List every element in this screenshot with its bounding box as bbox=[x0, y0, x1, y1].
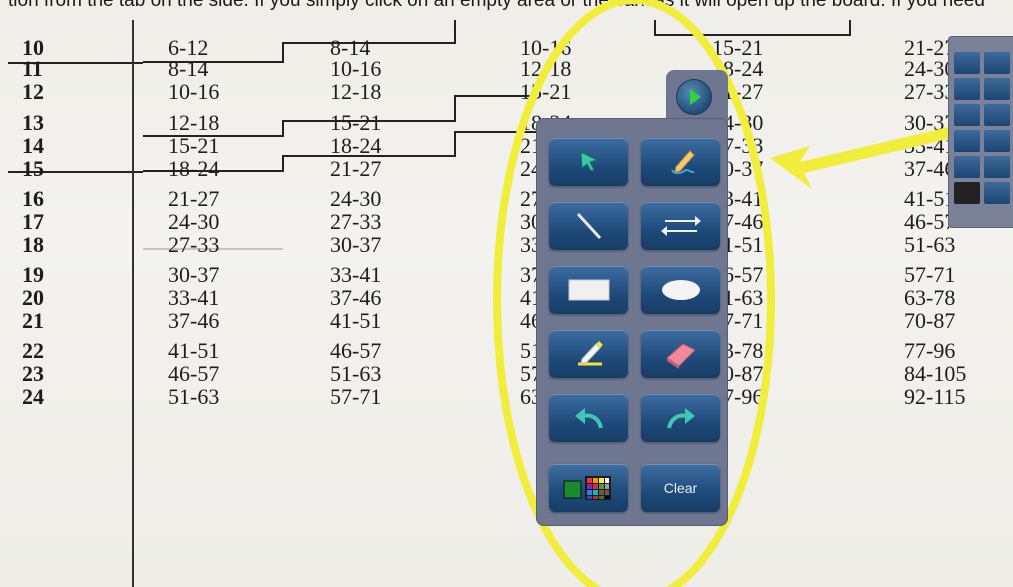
ellipse-tool-button[interactable] bbox=[641, 266, 720, 314]
ellipse-icon bbox=[661, 280, 700, 300]
table-cell: 33-41 bbox=[168, 285, 220, 310]
table-cell: 41-51 bbox=[168, 338, 220, 363]
mini-color-button[interactable] bbox=[954, 182, 980, 204]
redo-button[interactable] bbox=[641, 394, 720, 442]
undo-button[interactable] bbox=[549, 394, 628, 442]
clear-button[interactable]: Clear bbox=[641, 464, 720, 512]
table-cell: 57-71 bbox=[330, 384, 382, 409]
table-cell: 57-71 bbox=[904, 262, 956, 287]
line-icon bbox=[576, 212, 601, 240]
table-cell: 70-87 bbox=[904, 308, 956, 333]
table-row-number: 18 bbox=[22, 232, 44, 257]
table-row-number: 23 bbox=[22, 361, 44, 386]
table-row-number: 19 bbox=[22, 262, 44, 287]
pen-icon bbox=[670, 150, 695, 175]
table-cell: 77-96 bbox=[904, 338, 956, 363]
select-tool-button[interactable] bbox=[549, 138, 628, 186]
clear-button-label: Clear bbox=[663, 480, 698, 496]
table-cell: 51-63 bbox=[330, 361, 382, 386]
undo-icon bbox=[574, 408, 603, 429]
table-cell: 18-24 bbox=[168, 156, 220, 181]
eraser-tool-button[interactable] bbox=[641, 330, 720, 378]
table-cell: 37-46 bbox=[168, 308, 220, 333]
mini-undo-button[interactable] bbox=[954, 156, 980, 178]
mini-select-button[interactable] bbox=[954, 52, 980, 74]
table-row-number: 12 bbox=[22, 79, 44, 104]
mini-eraser-button[interactable] bbox=[984, 130, 1010, 152]
table-cell: 27-33 bbox=[168, 232, 220, 257]
table-cell: 33-41 bbox=[330, 262, 382, 287]
table-cell: 30-37 bbox=[330, 232, 382, 257]
table-cell: 63-78 bbox=[904, 285, 956, 310]
table-cell: 15-21 bbox=[520, 79, 572, 104]
table-row-number: 17 bbox=[22, 209, 44, 234]
table-row-number: 20 bbox=[22, 285, 44, 310]
table-cell: 10-16 bbox=[168, 79, 220, 104]
table-cell: 37-46 bbox=[330, 285, 382, 310]
table-cell: 30-37 bbox=[168, 262, 220, 287]
table-cell: 24-30 bbox=[330, 186, 382, 211]
mini-pen-button[interactable] bbox=[984, 52, 1010, 74]
table-cell: 21-27 bbox=[330, 156, 382, 181]
table-cell: 51-63 bbox=[168, 384, 220, 409]
table-row-number: 11 bbox=[22, 56, 43, 81]
table-row-number: 21 bbox=[22, 308, 44, 333]
play-button[interactable] bbox=[676, 79, 712, 115]
mini-rectangle-button[interactable] bbox=[954, 104, 980, 126]
table-step-lines bbox=[143, 20, 851, 250]
swap-tool-button[interactable] bbox=[641, 202, 720, 250]
redo-icon bbox=[666, 408, 695, 429]
rectangle-tool-button[interactable] bbox=[549, 266, 628, 314]
table-row-number: 13 bbox=[22, 110, 44, 135]
table-row-number: 24 bbox=[22, 384, 44, 409]
mini-clear-button[interactable] bbox=[984, 182, 1010, 204]
table-cell: 12-18 bbox=[330, 79, 382, 104]
color-palette-icon bbox=[563, 476, 611, 500]
cursor-arrow-icon bbox=[579, 151, 598, 172]
pen-tool-button[interactable] bbox=[641, 138, 720, 186]
highlighter-icon bbox=[577, 341, 603, 366]
eraser-icon bbox=[665, 343, 696, 369]
mini-highlighter-button[interactable] bbox=[954, 130, 980, 152]
table-row-number: 14 bbox=[22, 133, 44, 158]
table-cell: 10-16 bbox=[330, 56, 382, 81]
table-cell: 12-18 bbox=[520, 56, 572, 81]
table-cell: 15-21 bbox=[168, 133, 220, 158]
screenshot-stage: tion from the tab on the side. If you si… bbox=[0, 0, 1013, 587]
table-cell: 46-57 bbox=[168, 361, 220, 386]
table-cell: 8-14 bbox=[168, 56, 209, 81]
mini-redo-button[interactable] bbox=[984, 156, 1010, 178]
table-cell: 84-105 bbox=[904, 361, 967, 386]
table-cell: 24-30 bbox=[168, 209, 220, 234]
table-cell: 41-51 bbox=[330, 308, 382, 333]
table-cell: 92-115 bbox=[904, 384, 966, 409]
mini-toolbar bbox=[948, 36, 1013, 228]
swap-arrows-icon bbox=[660, 216, 701, 236]
table-row-number: 16 bbox=[22, 186, 44, 211]
table-cell: 51-63 bbox=[904, 232, 956, 257]
table-cell: 21-27 bbox=[168, 186, 220, 211]
mini-line-button[interactable] bbox=[954, 78, 980, 100]
table-cell: 46-57 bbox=[330, 338, 382, 363]
table-cell: 18-24 bbox=[330, 133, 382, 158]
table-cell: 27-33 bbox=[330, 209, 382, 234]
line-tool-button[interactable] bbox=[549, 202, 628, 250]
play-icon bbox=[690, 89, 701, 105]
table-row-number: 22 bbox=[22, 338, 44, 363]
mini-ellipse-button[interactable] bbox=[984, 104, 1010, 126]
table-cell: 12-18 bbox=[168, 110, 220, 135]
color-picker-button[interactable] bbox=[549, 464, 628, 512]
rectangle-icon bbox=[568, 279, 609, 301]
table-row-number: 15 bbox=[22, 156, 44, 181]
mini-swap-button[interactable] bbox=[984, 78, 1010, 100]
highlighter-tool-button[interactable] bbox=[549, 330, 628, 378]
table-cell: 15-21 bbox=[330, 110, 382, 135]
